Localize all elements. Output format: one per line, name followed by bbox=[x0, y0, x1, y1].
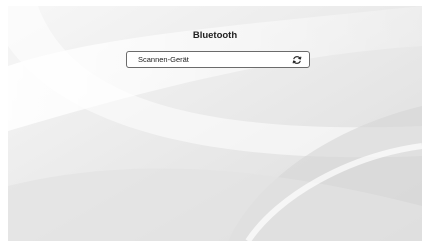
page-title: Bluetooth bbox=[192, 30, 238, 41]
scan-device-button[interactable]: Scannen-Gerät bbox=[126, 51, 310, 68]
background-swirl bbox=[8, 6, 422, 241]
scan-device-label: Scannen-Gerät bbox=[138, 55, 189, 64]
refresh-icon[interactable] bbox=[292, 55, 302, 65]
bluetooth-screen: Bluetooth Scannen-Gerät bbox=[8, 6, 422, 241]
